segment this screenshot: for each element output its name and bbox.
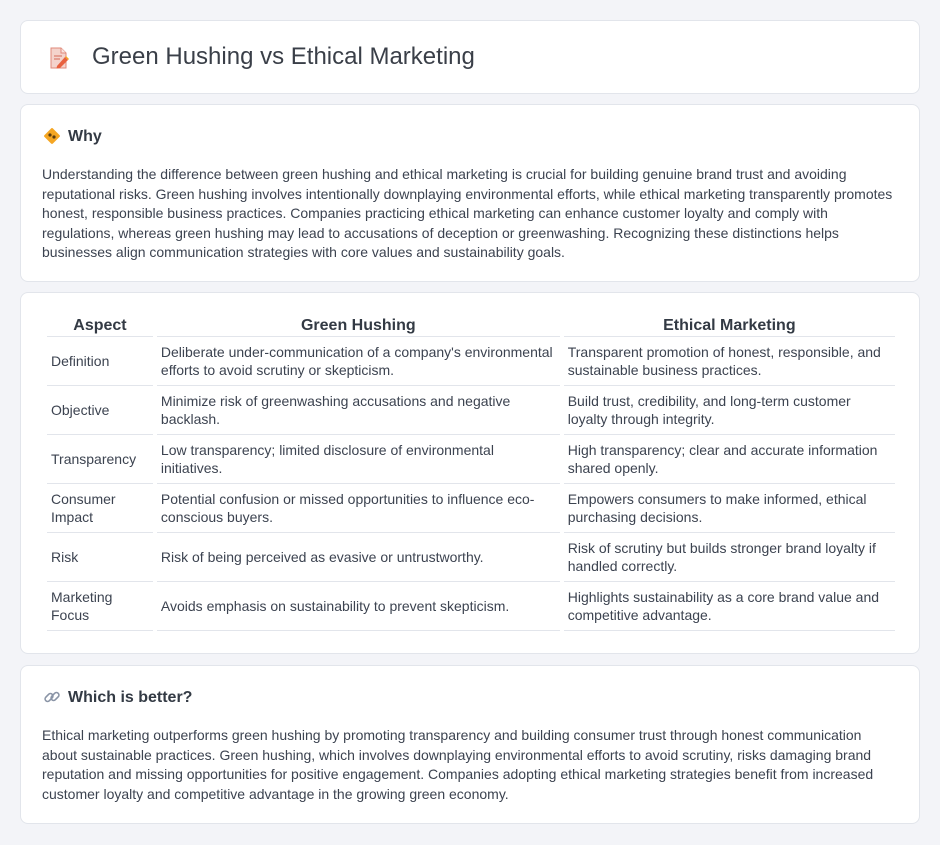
why-section: Why Understanding the difference between… bbox=[20, 104, 920, 282]
table-row: Transparency Low transparency; limited d… bbox=[47, 435, 895, 484]
comparison-table: Aspect Green Hushing Ethical Marketing D… bbox=[43, 315, 899, 631]
aspect-cell: Risk bbox=[47, 533, 153, 582]
ethical-marketing-cell: Risk of scrutiny but builds stronger bra… bbox=[563, 533, 895, 582]
comparison-section: Aspect Green Hushing Ethical Marketing D… bbox=[20, 292, 920, 654]
table-header-row: Aspect Green Hushing Ethical Marketing bbox=[47, 315, 895, 337]
which-is-better-title: Which is better? bbox=[68, 689, 193, 706]
ethical-marketing-cell: Build trust, credibility, and long-term … bbox=[563, 386, 895, 435]
document-pencil-icon bbox=[50, 47, 69, 69]
header-ethical-marketing: Ethical Marketing bbox=[563, 315, 895, 337]
green-hushing-cell: Potential confusion or missed opportunit… bbox=[156, 484, 560, 533]
table-row: Objective Minimize risk of greenwashing … bbox=[47, 386, 895, 435]
green-hushing-cell: Deliberate under-communication of a comp… bbox=[156, 337, 560, 386]
table-row: Marketing Focus Avoids emphasis on susta… bbox=[47, 582, 895, 631]
link-icon bbox=[44, 691, 60, 703]
aspect-cell: Definition bbox=[47, 337, 153, 386]
table-row: Consumer Impact Potential confusion or m… bbox=[47, 484, 895, 533]
aspect-cell: Objective bbox=[47, 386, 153, 435]
green-hushing-cell: Minimize risk of greenwashing accusation… bbox=[156, 386, 560, 435]
header-card: Green Hushing vs Ethical Marketing bbox=[20, 20, 920, 94]
which-is-better-body: Ethical marketing outperforms green hush… bbox=[42, 727, 874, 802]
ethical-marketing-cell: High transparency; clear and accurate in… bbox=[563, 435, 895, 484]
table-row: Definition Deliberate under-communicatio… bbox=[47, 337, 895, 386]
aspect-cell: Transparency bbox=[47, 435, 153, 484]
header-aspect: Aspect bbox=[47, 315, 153, 337]
ethical-marketing-cell: Transparent promotion of honest, respons… bbox=[563, 337, 895, 386]
why-title: Why bbox=[68, 128, 102, 145]
which-is-better-section: Which is better? Ethical marketing outpe… bbox=[20, 665, 920, 824]
green-hushing-cell: Avoids emphasis on sustainability to pre… bbox=[156, 582, 560, 631]
why-body: Understanding the difference between gre… bbox=[42, 166, 893, 261]
aspect-cell: Marketing Focus bbox=[47, 582, 153, 631]
page-title: Green Hushing vs Ethical Marketing bbox=[92, 43, 475, 70]
table-row: Risk Risk of being perceived as evasive … bbox=[47, 533, 895, 582]
header-green-hushing: Green Hushing bbox=[156, 315, 560, 337]
green-hushing-cell: Risk of being perceived as evasive or un… bbox=[156, 533, 560, 582]
ethical-marketing-cell: Highlights sustainability as a core bran… bbox=[563, 582, 895, 631]
aspect-cell: Consumer Impact bbox=[47, 484, 153, 533]
ethical-marketing-cell: Empowers consumers to make informed, eth… bbox=[563, 484, 895, 533]
green-hushing-cell: Low transparency; limited disclosure of … bbox=[156, 435, 560, 484]
diamond-sign-icon bbox=[44, 128, 60, 144]
